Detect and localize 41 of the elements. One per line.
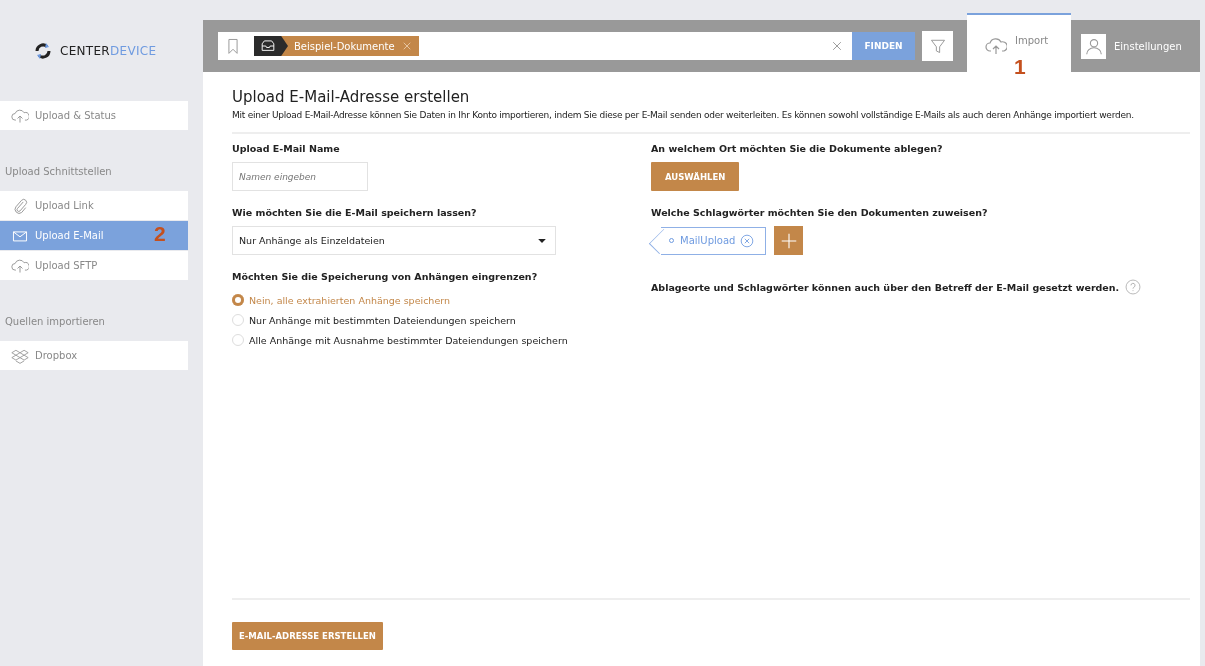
- remove-icon: [739, 232, 756, 249]
- tab[interactable]: Import 1: [967, 13, 1071, 72]
- radio-option[interactable]: Nur Anhänge mit bestimmten Dateiendungen speichern: [232, 310, 516, 330]
- dropdown[interactable]: Nur Anhänge als Einzeldateien: [232, 226, 556, 255]
- inbox-icon: [260, 38, 276, 54]
- radio-option[interactable]: Nein, alle extrahierten Anhänge speichern: [232, 290, 450, 310]
- search-button[interactable]: FINDEN: [852, 32, 915, 60]
- sidebar-item[interactable]: Upload E-Mail 2: [0, 221, 188, 250]
- cloud-upload-icon: [11, 106, 29, 125]
- logo-text: CENTERDEVICE: [60, 43, 157, 58]
- filter-chip[interactable]: Beispiel-Dokumente: [254, 36, 419, 56]
- page-description: Mit einer Upload E-Mail-Adresse können Sie Daten in Ihr Konto importieren, indem Sie diese per E-Mail senden oder weiterleiten. Es können sowohl vollständige E-Mails als auch deren Anhänge importiert werden.: [232, 110, 1135, 120]
- page-title: Upload E-Mail-Adresse erstellen: [232, 88, 471, 106]
- radio-button[interactable]: [232, 294, 244, 306]
- field-label: An welchem Ort möchten Sie die Dokumente ablegen?: [651, 143, 943, 154]
- cloud-upload-icon: [11, 256, 29, 275]
- paperclip-icon: [11, 196, 29, 215]
- input-field[interactable]: Namen eingeben: [232, 162, 368, 191]
- filter-button[interactable]: [922, 31, 953, 61]
- field-label: Welche Schlagwörter möchten Sie den Dokumenten zuweisen?: [651, 207, 988, 218]
- cloud-upload-icon: [985, 35, 1007, 57]
- clear-icon: [830, 39, 844, 53]
- callout-number: 2: [154, 222, 166, 246]
- sidebar-item[interactable]: Upload & Status: [0, 101, 188, 130]
- field-label: Upload E-Mail Name: [232, 143, 340, 154]
- create-button[interactable]: E-MAIL-ADRESSE ERSTELLEN: [232, 622, 383, 650]
- radio-option[interactable]: Alle Anhänge mit Ausnahme bestimmter Dateiendungen speichern: [232, 330, 568, 350]
- add-button[interactable]: [774, 226, 804, 255]
- filter-icon: [928, 37, 947, 55]
- select-button[interactable]: AUSWÄHLEN: [651, 162, 740, 191]
- section-heading: Quellen importieren: [4, 316, 106, 327]
- field-label: Wie möchten Sie die E-Mail speichern lassen?: [232, 207, 477, 218]
- sidebar-item[interactable]: Upload SFTP: [0, 251, 188, 280]
- help-icon: [1124, 278, 1143, 296]
- tab[interactable]: Einstellungen: [1071, 20, 1192, 72]
- search-field[interactable]: Beispiel-Dokumente: [218, 32, 852, 60]
- field-label: Möchten Sie die Speicherung von Anhängen eingrenzen?: [232, 271, 538, 282]
- section-heading: Upload Schnittstellen: [4, 166, 113, 177]
- sidebar-item[interactable]: Dropbox: [0, 341, 188, 370]
- sidebar-item[interactable]: Upload Link: [0, 191, 188, 220]
- hint-text: Ablageorte und Schlagwörter können auch über den Betreff der E-Mail gesetzt werden.: [651, 281, 1120, 293]
